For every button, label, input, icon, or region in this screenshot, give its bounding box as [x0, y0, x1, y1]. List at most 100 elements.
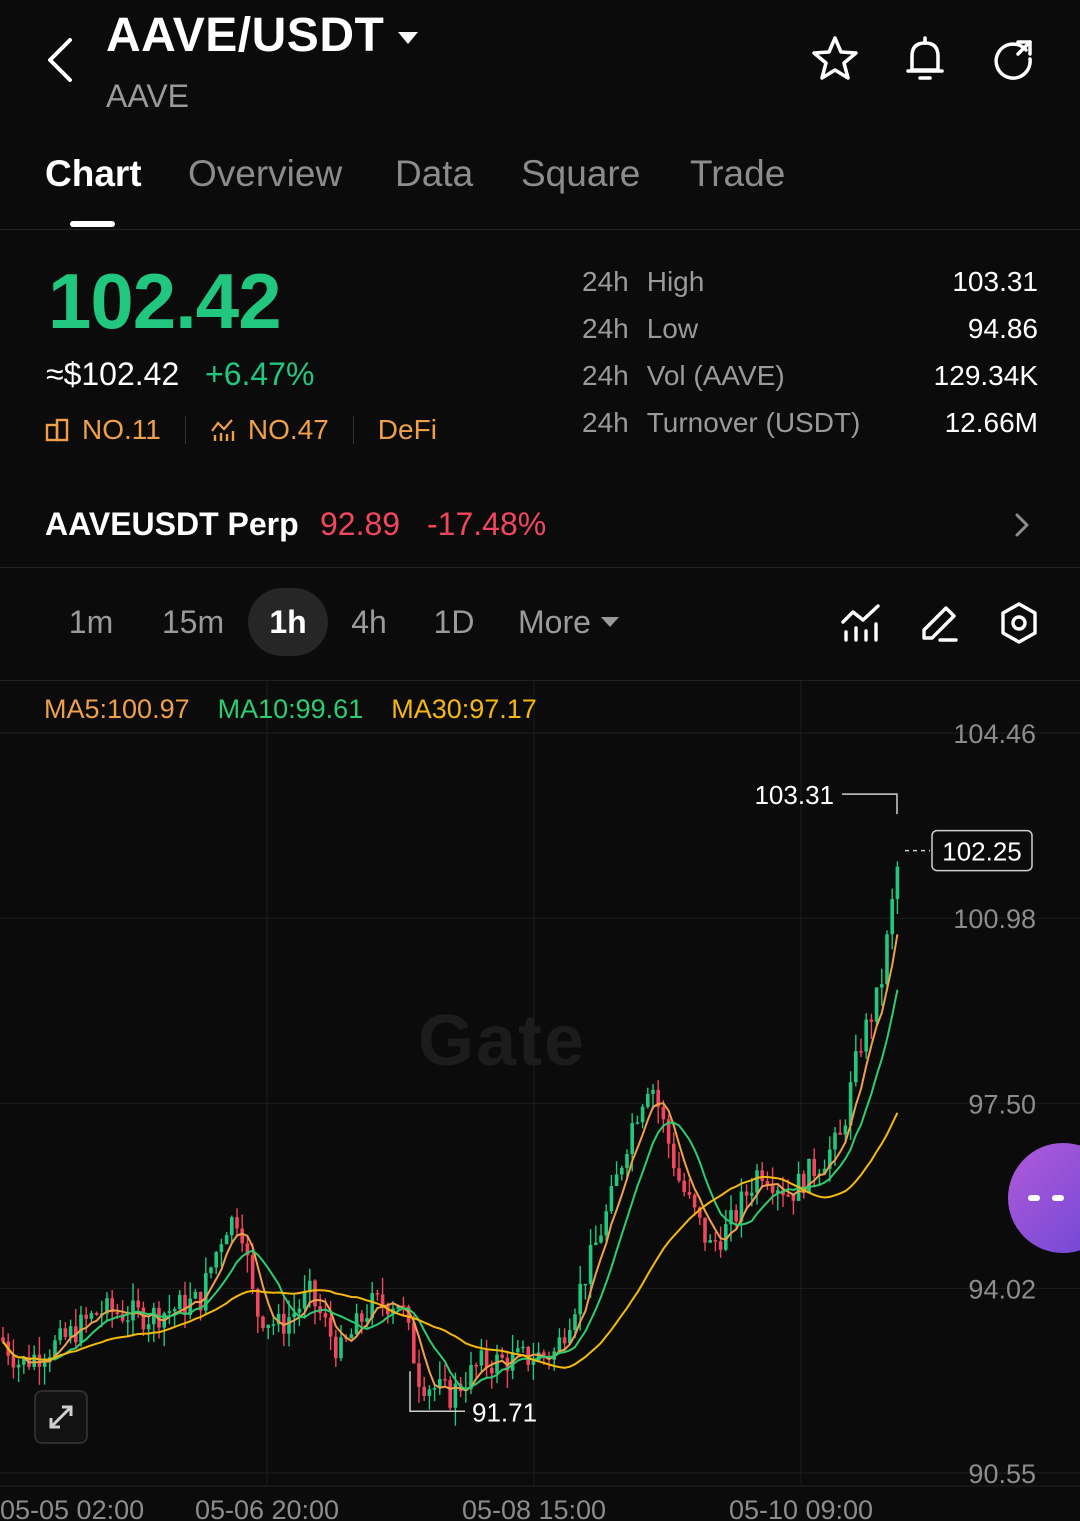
- header: AAVE/USDT AAVE: [0, 0, 1080, 130]
- x-axis-label: 05-06 20:00: [195, 1495, 339, 1521]
- x-axis-label: 05-08 15:00: [462, 1495, 606, 1521]
- active-tab-indicator: [70, 221, 115, 227]
- x-axis-label: 05-05 02:00: [0, 1495, 144, 1521]
- candle-body: [599, 1235, 603, 1243]
- ma-legend: MA5:100.97 MA10:99.61 MA30:97.17: [44, 694, 537, 725]
- candle-body: [287, 1317, 291, 1334]
- bell-icon[interactable]: [900, 34, 950, 84]
- fullscreen-button[interactable]: [34, 1390, 88, 1444]
- candle-body: [271, 1324, 276, 1326]
- candle-body: [521, 1346, 525, 1349]
- tab-trade[interactable]: Trade: [690, 153, 785, 195]
- candle-body: [58, 1328, 62, 1341]
- candle-body: [640, 1106, 645, 1123]
- interval-15m[interactable]: 15m: [150, 588, 236, 656]
- candle-body: [328, 1317, 333, 1337]
- more-label: More: [518, 604, 591, 640]
- stat-high: 24h High 103.31: [582, 266, 1038, 313]
- candle-body: [573, 1314, 577, 1331]
- trend-rank[interactable]: NO.47: [210, 414, 329, 446]
- stat-period: 24h: [582, 266, 629, 297]
- candle-body: [214, 1252, 218, 1268]
- candle-body: [219, 1244, 224, 1253]
- candle-body: [854, 1051, 858, 1083]
- perp-name: AAVEUSDT Perp: [45, 506, 299, 542]
- candlestick-chart[interactable]: 104.46 100.98 97.50 94.02 90.55 05-05 02:00 05…: [0, 680, 1080, 1521]
- tab-data[interactable]: Data: [395, 153, 473, 195]
- stat-volume: 24h Vol (AAVE) 129.34K: [582, 360, 1038, 407]
- tab-chart[interactable]: Chart: [45, 153, 142, 195]
- market-rank[interactable]: NO.11: [44, 414, 161, 446]
- candle-body: [578, 1283, 582, 1315]
- candle-body: [172, 1309, 177, 1312]
- candle-body: [235, 1217, 239, 1229]
- candle-body: [42, 1361, 47, 1367]
- candle-body: [500, 1354, 504, 1358]
- interval-more-dropdown[interactable]: More: [518, 588, 638, 656]
- candle-body: [448, 1380, 452, 1408]
- stat-value: 94.86: [967, 313, 1038, 344]
- chart-canvas: 104.46 100.98 97.50 94.02 90.55 05-05 02:00 05…: [0, 681, 1080, 1521]
- candle-body: [718, 1241, 723, 1250]
- stat-label: Low: [646, 313, 699, 344]
- candle-body: [682, 1180, 686, 1193]
- indicator-icon[interactable]: [838, 600, 884, 646]
- star-icon[interactable]: [810, 34, 860, 84]
- candle-body: [594, 1242, 598, 1245]
- candle-body: [687, 1192, 692, 1195]
- caret-down-icon: [600, 617, 619, 627]
- candle-body: [479, 1350, 484, 1366]
- candle-body: [557, 1337, 562, 1352]
- candle-body: [11, 1355, 16, 1368]
- candle-body: [770, 1185, 775, 1193]
- candle-body: [266, 1324, 270, 1329]
- interval-1h[interactable]: 1h: [248, 588, 328, 656]
- y-axis-label: 100.98: [953, 904, 1036, 934]
- divider: [352, 416, 354, 444]
- ma30-label: MA30:97.17: [391, 694, 537, 724]
- candle-body: [692, 1194, 697, 1208]
- refresh-icon[interactable]: [988, 34, 1038, 84]
- candle-body: [297, 1308, 302, 1313]
- pair-selector[interactable]: AAVE/USDT: [106, 8, 419, 63]
- tab-overview[interactable]: Overview: [188, 153, 342, 195]
- candle-body: [126, 1320, 130, 1322]
- candle-body: [620, 1167, 624, 1175]
- interval-1m[interactable]: 1m: [50, 588, 132, 656]
- perp-price: 92.89: [320, 506, 401, 542]
- candle-body: [604, 1211, 608, 1236]
- candle-body: [167, 1311, 172, 1314]
- usd-price: ≈$102.42: [46, 356, 180, 392]
- candle-body: [755, 1170, 759, 1193]
- candle-body: [84, 1314, 88, 1319]
- stat-low: 24h Low 94.86: [582, 313, 1038, 360]
- interval-4h[interactable]: 4h: [334, 588, 404, 656]
- back-arrow-icon[interactable]: [40, 35, 80, 85]
- caret-down-icon: [398, 31, 419, 44]
- candle-body: [63, 1328, 68, 1337]
- candle-body: [89, 1313, 94, 1319]
- settings-icon[interactable]: [996, 600, 1042, 646]
- draw-pen-icon[interactable]: [916, 600, 962, 646]
- candle-body: [859, 1051, 863, 1053]
- candle-body: [323, 1313, 328, 1318]
- candle-body: [791, 1195, 796, 1201]
- perp-link-row[interactable]: AAVEUSDT Perp 92.89 -17.48%: [0, 480, 1080, 568]
- candle-body: [651, 1089, 655, 1094]
- candle-body: [708, 1240, 712, 1243]
- high-marker-label: 103.31: [754, 780, 834, 810]
- tab-square[interactable]: Square: [521, 153, 640, 195]
- bubble-eye-icon: [1052, 1195, 1064, 1201]
- ma30-line: [2, 1112, 899, 1369]
- interval-1d[interactable]: 1D: [418, 588, 490, 656]
- candle-body: [193, 1291, 198, 1299]
- candle-body: [635, 1122, 640, 1124]
- candle-body: [562, 1337, 567, 1344]
- stat-period: 24h: [582, 407, 629, 438]
- bubble-eye-icon: [1028, 1195, 1040, 1201]
- stat-value: 12.66M: [944, 407, 1038, 438]
- category-tag[interactable]: DeFi: [378, 414, 437, 446]
- stat-label: Turnover (USDT): [646, 407, 861, 438]
- candle-body: [261, 1316, 265, 1329]
- candle-body: [661, 1106, 666, 1120]
